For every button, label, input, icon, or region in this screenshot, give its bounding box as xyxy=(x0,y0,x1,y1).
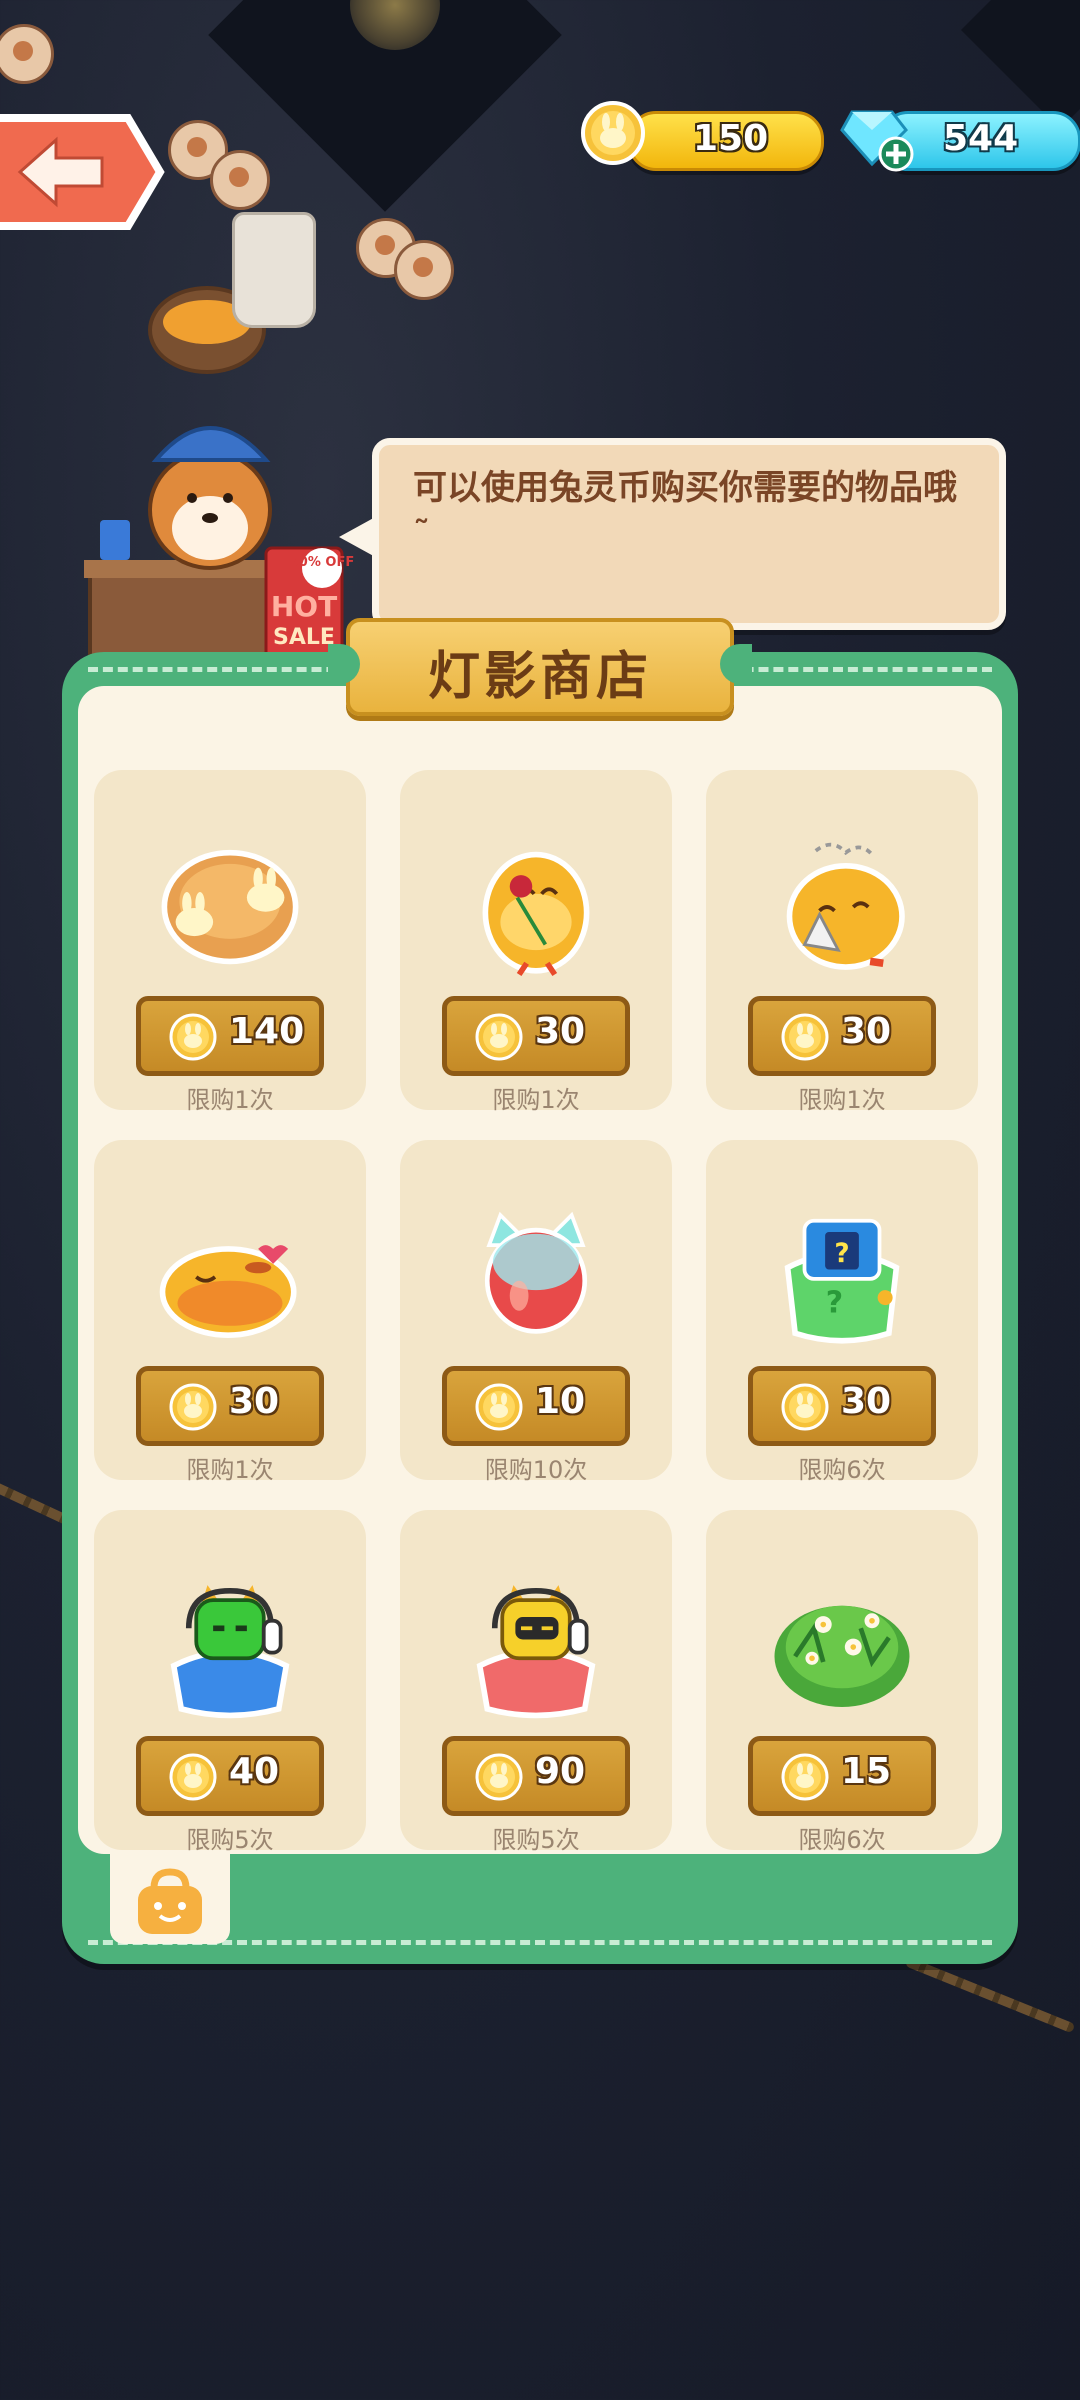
purchase-limit: 限购6次 xyxy=(798,1456,886,1484)
bunny-coin-icon xyxy=(781,1013,829,1061)
bunny-coin-icon xyxy=(781,1383,829,1431)
buy-button[interactable]: 90 xyxy=(442,1736,630,1816)
shop-item-card[interactable]: 30 限购1次 xyxy=(706,770,978,1114)
shop-item-card[interactable]: 30 限购1次 xyxy=(400,770,672,1114)
sleeping-chick-icon xyxy=(159,1245,297,1338)
green-robot-cat-bag-icon xyxy=(170,1585,290,1719)
svg-text:?: ? xyxy=(834,1239,849,1269)
buy-button[interactable]: 10 xyxy=(442,1366,630,1446)
shop-title-plate: 灯影商店 xyxy=(328,618,752,716)
item-price: 40 xyxy=(229,1751,280,1792)
shopkeeper-dog: 50% OFF HOT SALE xyxy=(84,426,354,660)
coin-balance: 150 xyxy=(628,111,824,171)
shop-item-card[interactable]: 40 限购5次 xyxy=(94,1510,366,1854)
buy-button[interactable]: 30 xyxy=(748,996,936,1076)
bunny-pancake-icon xyxy=(161,849,299,965)
buy-button[interactable]: 140 xyxy=(136,996,324,1076)
item-price: 30 xyxy=(535,1011,586,1052)
item-price: 140 xyxy=(229,1011,305,1052)
chick-with-rose-icon xyxy=(482,851,590,977)
bunny-coin-icon xyxy=(475,1013,523,1061)
chick-with-tissue-icon xyxy=(786,842,905,970)
item-price: 30 xyxy=(841,1011,892,1052)
shop-item-card[interactable]: 15 限购6次 xyxy=(706,1510,978,1854)
shop-item-card[interactable]: ?? 30 限购6次 xyxy=(706,1140,978,1484)
background-rope xyxy=(904,1956,1076,2034)
svg-text:?: ? xyxy=(826,1286,843,1321)
speech-bubble: 可以使用兔灵币购买你需要的物品哦˜ xyxy=(339,438,1006,630)
buy-button[interactable]: 40 xyxy=(136,1736,324,1816)
buy-button[interactable]: 30 xyxy=(136,1366,324,1446)
item-price: 10 xyxy=(535,1381,586,1422)
bunny-coin-icon xyxy=(475,1753,523,1801)
purchase-limit: 限购1次 xyxy=(186,1456,274,1484)
item-price: 30 xyxy=(841,1381,892,1422)
purchase-limit: 限购6次 xyxy=(798,1826,886,1854)
background-bun xyxy=(0,24,54,84)
background-bun xyxy=(210,150,270,210)
coin-count: 150 xyxy=(693,118,769,159)
item-price: 90 xyxy=(535,1751,586,1792)
background-bun xyxy=(394,240,454,300)
diamond-icon xyxy=(840,110,914,172)
sale-label: SALE xyxy=(273,625,335,650)
bunny-coin-icon xyxy=(169,1383,217,1431)
add-gem-icon[interactable] xyxy=(878,136,914,172)
purchase-limit: 限购1次 xyxy=(798,1086,886,1114)
hot-label: HOT xyxy=(271,590,337,623)
item-price: 30 xyxy=(229,1381,280,1422)
bunny-coin-icon xyxy=(781,1753,829,1801)
purchase-limit: 限购1次 xyxy=(492,1086,580,1114)
purchase-limit: 限购5次 xyxy=(186,1826,274,1854)
hot-sale-sign: 50% OFF HOT SALE xyxy=(264,546,354,660)
flower-bush-icon xyxy=(774,1605,910,1707)
bunny-coin-icon xyxy=(169,1753,217,1801)
purchase-limit: 限购1次 xyxy=(186,1086,274,1114)
shop-item-card[interactable]: 90 限购5次 xyxy=(400,1510,672,1854)
mystery-bag-icon: ?? xyxy=(784,1218,900,1344)
shop-item-card[interactable]: 10 限购10次 xyxy=(400,1140,672,1484)
gem-count: 544 xyxy=(943,118,1019,159)
purchase-limit: 限购10次 xyxy=(484,1456,588,1484)
buy-button[interactable]: 15 xyxy=(748,1736,936,1816)
background-cup xyxy=(232,212,316,328)
background-floor-tile xyxy=(961,0,1080,129)
backpack-icon xyxy=(138,1868,202,1934)
bunny-coin-icon xyxy=(581,101,645,165)
shop-item-card[interactable]: 30 限购1次 xyxy=(94,1140,366,1484)
item-price: 15 xyxy=(841,1751,892,1792)
yellow-robot-cat-bag-icon xyxy=(476,1585,596,1719)
speech-text: 可以使用兔灵币购买你需要的物品哦˜ xyxy=(413,468,957,554)
buy-button[interactable]: 30 xyxy=(442,996,630,1076)
backpack-tab[interactable] xyxy=(110,1852,230,1944)
back-button[interactable] xyxy=(0,112,165,232)
shop-title: 灯影商店 xyxy=(427,647,652,707)
shop-item-card[interactable]: 140 限购1次 xyxy=(94,770,366,1114)
bunny-coin-icon xyxy=(475,1383,523,1431)
bunny-coin-icon xyxy=(169,1013,217,1061)
buy-button[interactable]: 30 xyxy=(748,1366,936,1446)
cat-jelly-icon xyxy=(484,1211,588,1334)
purchase-limit: 限购5次 xyxy=(492,1826,580,1854)
